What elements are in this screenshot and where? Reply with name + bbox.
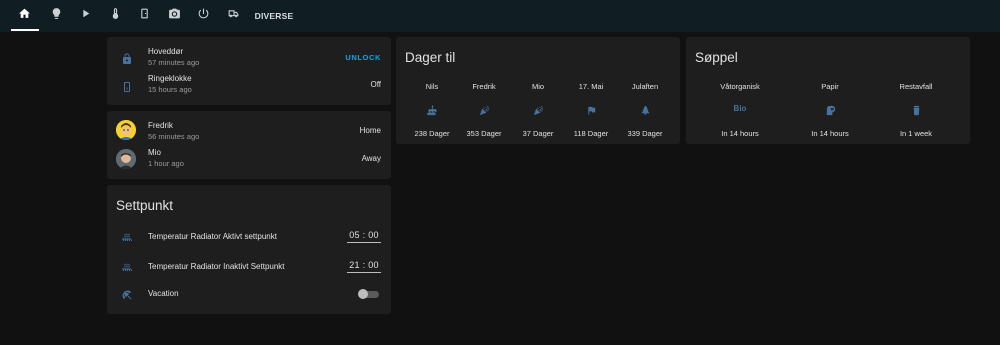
doorbell-last-changed: 15 hours ago — [148, 85, 192, 94]
countdown-fredrik[interactable]: Fredrik 353 Dager — [454, 82, 514, 138]
soppel-card: Søppel Våtorganisk Bio In 14 hours Papir… — [686, 37, 970, 144]
lightbulb-icon — [50, 7, 63, 25]
doorbell-name: Ringeklokke — [148, 74, 192, 83]
countdown-nils[interactable]: Nils 238 Dager — [402, 82, 462, 138]
party-popper-icon — [533, 103, 544, 116]
tab-diverse-label: DIVERSE — [254, 11, 294, 21]
card-title: Søppel — [695, 50, 738, 65]
lock-name: Hoveddør — [148, 47, 184, 56]
person-mio-avatar-icon — [116, 149, 136, 169]
countdown-label: Nils — [425, 82, 439, 91]
person-mio-state: Away — [361, 154, 381, 163]
person-mio-name: Mio — [148, 148, 161, 157]
beach-umbrella-icon — [121, 288, 133, 300]
waste-value: In 14 hours — [811, 129, 849, 138]
avatar[interactable] — [116, 149, 136, 169]
waste-restavfall[interactable]: Restavfall In 1 week — [884, 82, 948, 138]
unlock-button[interactable]: UNLOCK — [345, 53, 381, 62]
countdown-value: 118 Dager — [573, 129, 609, 138]
countdown-label: Fredrik — [472, 82, 496, 91]
person-fredrik-state: Home — [359, 126, 381, 135]
countdown-label: Julaften — [631, 82, 659, 91]
vacation-label: Vacation — [148, 289, 179, 298]
home-icon — [18, 7, 31, 25]
waste-value: In 14 hours — [721, 129, 759, 138]
doorbell-state: Off — [370, 80, 381, 89]
paper-roll-icon — [825, 103, 836, 116]
power-icon — [197, 7, 210, 25]
pine-tree-icon — [640, 103, 651, 115]
person-fredrik-name: Fredrik — [148, 121, 173, 130]
countdown-label: 17. Mai — [578, 82, 604, 91]
party-popper-icon — [479, 103, 490, 116]
tab-lights[interactable] — [46, 0, 66, 32]
tab-climate[interactable] — [105, 0, 125, 32]
waste-label: Våtorganisk — [720, 82, 760, 91]
camera-icon — [168, 7, 181, 25]
card-title: Dager til — [405, 50, 456, 65]
waste-papir[interactable]: Papir In 14 hours — [798, 82, 862, 138]
tab-power[interactable] — [193, 0, 213, 32]
person-mio-last-changed: 1 hour ago — [148, 159, 184, 168]
trash-icon — [911, 103, 922, 116]
radiator-inactive-setpoint-label: Temperatur Radiator Inaktivt Settpunkt — [148, 262, 285, 271]
people-card: Fredrik 56 minutes ago Home Mio 1 hour a… — [107, 111, 391, 179]
active-tab-indicator — [11, 29, 39, 31]
countdown-julaften[interactable]: Julaften 339 Dager — [615, 82, 675, 138]
inactive-setpoint-time-input[interactable]: 21 : 00 — [347, 260, 381, 273]
door-card: Hoveddør 57 minutes ago UNLOCK Ringeklok… — [107, 37, 391, 105]
tab-diverse[interactable]: DIVERSE — [254, 0, 294, 32]
tab-vehicle[interactable] — [222, 0, 244, 32]
lock-last-changed: 57 minutes ago — [148, 58, 200, 67]
waste-vatorganisk[interactable]: Våtorganisk Bio In 14 hours — [708, 82, 772, 138]
radiator-icon — [121, 261, 133, 273]
bio-icon: Bio — [733, 104, 747, 113]
waste-value: In 1 week — [899, 129, 933, 138]
tab-media[interactable] — [75, 0, 95, 32]
settpunkt-card: Settpunkt Temperatur Radiator Aktivt set… — [107, 185, 391, 314]
toggle-knob — [358, 289, 368, 299]
countdown-mio[interactable]: Mio 37 Dager — [508, 82, 568, 138]
avatar[interactable] — [116, 120, 136, 140]
play-icon — [79, 7, 92, 25]
person-fredrik-last-changed: 56 minutes ago — [148, 132, 200, 141]
countdown-label: Mio — [531, 82, 545, 91]
countdown-value: 238 Dager — [414, 129, 450, 138]
waste-label: Papir — [821, 82, 839, 91]
doorbell-icon — [121, 80, 133, 92]
door-icon — [138, 7, 151, 25]
cake-icon — [426, 103, 438, 116]
dager-til-card: Dager til Nils 238 Dager Fredrik 353 Dag… — [396, 37, 680, 144]
active-setpoint-time-input[interactable]: 05 : 00 — [347, 230, 381, 243]
flag-icon — [586, 103, 597, 115]
radiator-icon — [121, 231, 133, 243]
vacation-toggle[interactable] — [358, 289, 379, 299]
lock-icon — [121, 52, 133, 64]
countdown-value: 353 Dager — [466, 129, 502, 138]
countdown-value: 339 Dager — [627, 129, 663, 138]
top-navigation-bar: DIVERSE — [0, 0, 1000, 32]
waste-label: Restavfall — [899, 82, 933, 91]
van-icon — [227, 7, 240, 25]
card-title: Settpunkt — [116, 198, 174, 213]
countdown-17-mai[interactable]: 17. Mai 118 Dager — [561, 82, 621, 138]
radiator-active-setpoint-label: Temperatur Radiator Aktivt settpunkt — [148, 232, 277, 241]
thermometer-icon — [109, 7, 122, 25]
person-fredrik-avatar-icon — [116, 120, 136, 140]
tab-home[interactable] — [14, 0, 34, 32]
tab-doors[interactable] — [134, 0, 154, 32]
countdown-value: 37 Dager — [522, 129, 554, 138]
tab-cameras[interactable] — [164, 0, 184, 32]
